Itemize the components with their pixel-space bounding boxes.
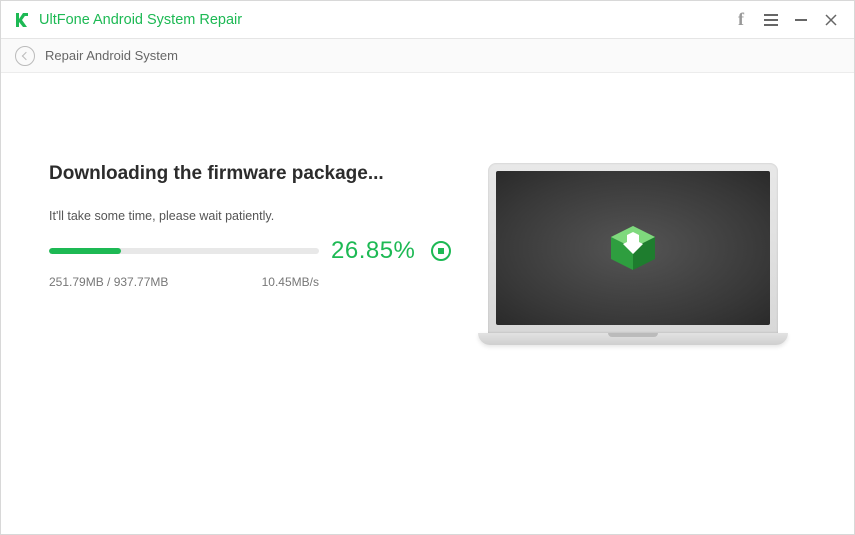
- back-button[interactable]: [15, 46, 35, 66]
- close-button[interactable]: [816, 1, 846, 39]
- progress-row: 26.85%: [49, 237, 451, 265]
- main-content: Downloading the firmware package... It'l…: [1, 73, 854, 534]
- progress-bar: [49, 248, 319, 254]
- laptop-base: [478, 333, 788, 345]
- breadcrumb-bar: Repair Android System: [1, 39, 854, 73]
- stop-button[interactable]: [431, 241, 451, 261]
- facebook-button[interactable]: f: [726, 1, 756, 39]
- download-speed: 10.45MB/s: [262, 275, 319, 289]
- close-icon: [825, 14, 837, 26]
- download-heading: Downloading the firmware package...: [49, 163, 451, 185]
- minimize-button[interactable]: [786, 1, 816, 39]
- back-arrow-icon: [22, 51, 30, 59]
- laptop-frame: [488, 163, 778, 333]
- app-title: UltFone Android System Repair: [39, 12, 242, 28]
- stop-icon: [438, 248, 444, 254]
- menu-icon: [764, 14, 778, 26]
- laptop-screen: [496, 171, 770, 325]
- minimize-icon: [795, 19, 807, 21]
- progress-percent: 26.85%: [331, 237, 415, 265]
- app-logo-icon: [11, 9, 33, 31]
- download-panel: Downloading the firmware package... It'l…: [49, 163, 451, 494]
- download-stats: 251.79MB / 937.77MB 10.45MB/s: [49, 275, 319, 289]
- title-bar: UltFone Android System Repair f: [1, 1, 854, 39]
- download-size-status: 251.79MB / 937.77MB: [49, 275, 168, 289]
- laptop-illustration: [478, 163, 788, 345]
- app-window: UltFone Android System Repair f Repair A…: [0, 0, 855, 535]
- download-subtext: It'll take some time, please wait patien…: [49, 209, 451, 223]
- menu-button[interactable]: [756, 1, 786, 39]
- breadcrumb-label: Repair Android System: [45, 48, 178, 63]
- progress-fill: [49, 248, 121, 254]
- illustration-panel: [451, 163, 814, 494]
- download-cube-icon: [603, 218, 663, 278]
- facebook-icon: f: [738, 9, 744, 30]
